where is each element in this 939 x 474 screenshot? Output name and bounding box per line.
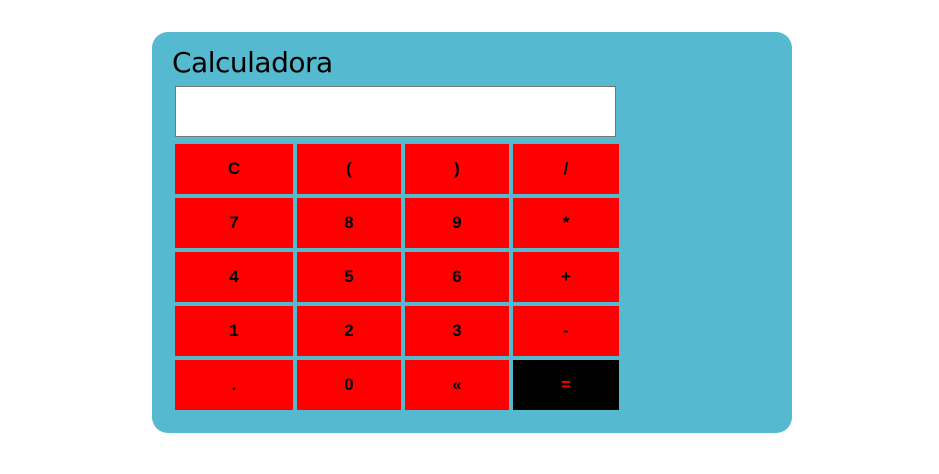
divide-button[interactable]: / bbox=[513, 144, 619, 194]
close-paren-button[interactable]: ) bbox=[405, 144, 509, 194]
backspace-button[interactable]: « bbox=[405, 360, 509, 410]
decimal-point-button[interactable]: . bbox=[175, 360, 293, 410]
subtract-button[interactable]: - bbox=[513, 306, 619, 356]
digit-7-button[interactable]: 7 bbox=[175, 198, 293, 248]
digit-5-button[interactable]: 5 bbox=[297, 252, 401, 302]
digit-1-button[interactable]: 1 bbox=[175, 306, 293, 356]
multiply-button[interactable]: * bbox=[513, 198, 619, 248]
digit-2-button[interactable]: 2 bbox=[297, 306, 401, 356]
digit-0-button[interactable]: 0 bbox=[297, 360, 401, 410]
equals-button[interactable]: = bbox=[513, 360, 619, 410]
digit-3-button[interactable]: 3 bbox=[405, 306, 509, 356]
calculator-display[interactable] bbox=[175, 86, 616, 137]
digit-9-button[interactable]: 9 bbox=[405, 198, 509, 248]
open-paren-button[interactable]: ( bbox=[297, 144, 401, 194]
add-button[interactable]: + bbox=[513, 252, 619, 302]
digit-4-button[interactable]: 4 bbox=[175, 252, 293, 302]
digit-6-button[interactable]: 6 bbox=[405, 252, 509, 302]
calculator-card: Calculadora C ( ) / 7 8 9 * 4 5 6 + 1 2 … bbox=[152, 32, 792, 433]
clear-button[interactable]: C bbox=[175, 144, 293, 194]
keypad: C ( ) / 7 8 9 * 4 5 6 + 1 2 3 - . 0 « = bbox=[175, 144, 619, 410]
digit-8-button[interactable]: 8 bbox=[297, 198, 401, 248]
calculator-title: Calculadora bbox=[172, 46, 333, 79]
